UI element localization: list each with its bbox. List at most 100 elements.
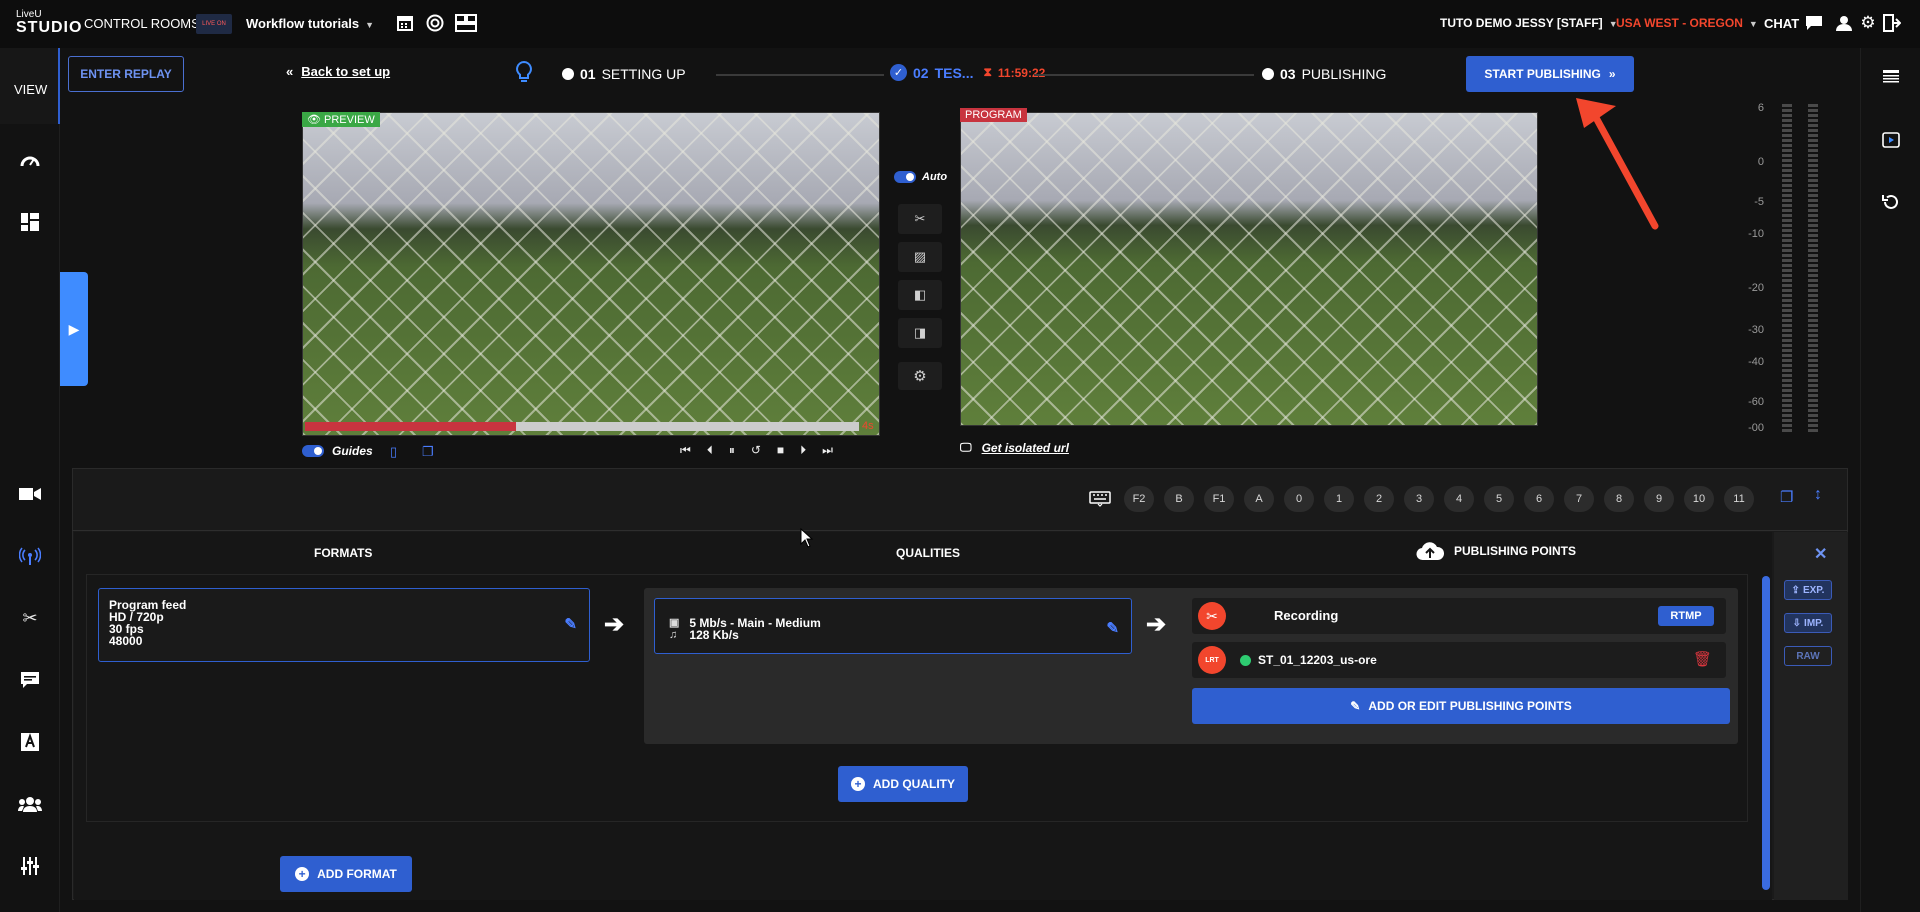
edit-pencil-icon[interactable]: ✎ [564, 615, 577, 633]
swap-transition-icon[interactable]: ◨ [898, 318, 942, 348]
skip-end-icon[interactable]: ⏭ [822, 443, 833, 458]
cut-transition-icon[interactable]: ✂ [898, 204, 942, 234]
sliders-icon[interactable] [16, 854, 44, 878]
hotkey-button[interactable]: A [1244, 486, 1274, 512]
trash-icon[interactable]: 🗑 [1693, 650, 1712, 668]
expand-panel-toggle[interactable]: ▶ [60, 272, 88, 386]
user-icon[interactable] [1834, 13, 1854, 33]
mobile-preview-icon[interactable]: ▯ [390, 444, 397, 460]
liveu-studio-logo[interactable]: LiveU STUDIO [16, 9, 81, 37]
hotkey-button[interactable]: 3 [1404, 486, 1434, 512]
hotkey-button[interactable]: 9 [1644, 486, 1674, 512]
step-setting-up[interactable]: 01 SETTING UP [562, 66, 686, 82]
users-icon[interactable] [16, 792, 44, 816]
help-lifebuoy-icon[interactable] [424, 12, 446, 34]
hotkey-button[interactable]: F1 [1204, 486, 1234, 512]
add-quality-button[interactable]: + ADD QUALITY [838, 766, 968, 802]
rundown-list-icon[interactable] [1881, 68, 1901, 88]
step-publishing[interactable]: 03 PUBLISHING [1262, 66, 1386, 82]
calendar-icon[interactable] [394, 12, 416, 34]
hotkey-button[interactable]: 7 [1564, 486, 1594, 512]
playback-controls: ⏮ ⏴ ⏸ ↺ ■ ⏵ ⏭ [680, 443, 833, 458]
subtitle-icon[interactable] [16, 668, 44, 692]
toggle-switch [302, 445, 324, 457]
camera-icon[interactable] [16, 482, 44, 506]
step-testing[interactable]: ✓ 02 TES... ⧗ 11:59:22 [890, 64, 1045, 81]
hotkey-button[interactable]: 6 [1524, 486, 1554, 512]
transition-settings-gear-icon[interactable]: ⚙ [898, 362, 942, 390]
hotkey-button[interactable]: 2 [1364, 486, 1394, 512]
back-to-setup-link[interactable]: « Back to set up [286, 64, 390, 79]
layout-icon[interactable] [16, 210, 44, 234]
hotkey-button[interactable]: 11 [1724, 486, 1754, 512]
lightbulb-icon[interactable] [514, 60, 534, 86]
hotkey-button[interactable]: 1 [1324, 486, 1354, 512]
fade-transition-icon[interactable]: ▨ [898, 242, 942, 272]
broadcast-icon[interactable] [16, 544, 44, 568]
control-rooms-link[interactable]: CONTROL ROOMS [84, 16, 200, 31]
hotkey-button[interactable]: F2 [1124, 486, 1154, 512]
hotkey-button[interactable]: 10 [1684, 486, 1714, 512]
right-sidebar [1860, 48, 1920, 912]
annotation-arrow [1576, 98, 1659, 230]
dashboard-icon[interactable] [16, 148, 44, 172]
hotkey-button[interactable]: B [1164, 486, 1194, 512]
hotkey-button[interactable]: 5 [1484, 486, 1514, 512]
region-selector[interactable]: USA WEST - OREGON ▼ [1616, 16, 1758, 30]
export-button[interactable]: ⇪ EXP. [1784, 580, 1832, 600]
step-back-icon[interactable]: ⏴ [707, 443, 713, 458]
add-edit-publishing-points-button[interactable]: ✎ ADD OR EDIT PUBLISHING POINTS [1192, 688, 1730, 724]
hotkey-button[interactable]: 8 [1604, 486, 1634, 512]
step-forward-icon[interactable]: ⏵ [800, 443, 806, 458]
user-menu[interactable]: TUTO DEMO JESSY [STAFF] ▼ [1440, 16, 1618, 30]
divider [72, 530, 1848, 531]
scissors-icon: ✂ [1198, 602, 1226, 630]
replay-icon[interactable]: ↺ [751, 443, 761, 458]
formats-header: FORMATS [314, 546, 373, 560]
raw-button[interactable]: RAW [1784, 646, 1832, 666]
settings-gear-icon[interactable]: ⚙ [1858, 13, 1878, 33]
skip-start-icon[interactable]: ⏮ [680, 443, 691, 458]
chat-bubble-icon[interactable] [1804, 13, 1824, 33]
start-publishing-button[interactable]: START PUBLISHING» [1466, 56, 1634, 92]
enter-replay-button[interactable]: ENTER REPLAY [68, 56, 184, 92]
format-card[interactable]: Program feed HD / 720p 30 fps 48000 ✎ [98, 588, 590, 662]
duplicate-panel-icon[interactable]: ❐ [1780, 488, 1793, 506]
quality-card[interactable]: ▣ ♫ 5 Mb/s - Main - Medium 128 Kb/s ✎ [654, 598, 1132, 654]
scissors-icon[interactable]: ✂ [16, 606, 44, 630]
copy-icon[interactable]: ❐ [422, 444, 434, 460]
guides-toggle[interactable]: Guides [302, 444, 373, 458]
close-icon[interactable]: ✕ [1814, 544, 1827, 564]
preview-video[interactable] [302, 112, 880, 436]
import-button[interactable]: ⇩ IMP. [1784, 613, 1832, 633]
auto-toggle[interactable]: Auto [894, 171, 947, 183]
text-overlay-icon[interactable] [16, 730, 44, 754]
eye-icon: 👁 [307, 114, 325, 126]
chat-label[interactable]: CHAT [1764, 16, 1799, 31]
keyboard-icon[interactable] [1088, 488, 1112, 510]
pause-icon[interactable]: ⏸ [729, 443, 735, 458]
project-selector[interactable]: Workflow tutorials ▼ [246, 16, 374, 31]
publishing-point-recording[interactable]: ✂ Recording RTMP [1192, 598, 1726, 634]
chevron-down-icon: ▼ [365, 20, 375, 30]
history-undo-icon[interactable] [1881, 192, 1901, 212]
publishing-points-header: PUBLISHING POINTS [1416, 540, 1576, 562]
logout-icon[interactable] [1882, 13, 1902, 33]
wipe-transition-icon[interactable]: ◧ [898, 280, 942, 310]
edit-pencil-icon[interactable]: ✎ [1106, 619, 1119, 637]
arrow-right-icon: ➔ [604, 611, 625, 638]
hotkey-button[interactable]: 4 [1444, 486, 1474, 512]
scrollbar[interactable] [1762, 576, 1770, 890]
preview-buffer-bar[interactable] [305, 422, 859, 431]
multiview-icon[interactable] [454, 12, 478, 34]
get-isolated-url-link[interactable]: 🖵 Get isolated url [960, 440, 1069, 455]
add-format-button[interactable]: + ADD FORMAT [280, 856, 412, 892]
publishing-point-lrt[interactable]: LRT ST_01_12203_us-ore 🗑 [1192, 642, 1726, 678]
plus-circle-icon: + [851, 777, 865, 791]
media-player-icon[interactable] [1881, 130, 1901, 150]
view-tab[interactable]: VIEW [0, 48, 60, 124]
stop-icon[interactable]: ■ [777, 443, 784, 458]
hotkey-button[interactable]: 0 [1284, 486, 1314, 512]
step-status-dot [562, 68, 574, 80]
resize-vertical-icon[interactable]: ↕ [1814, 486, 1822, 504]
